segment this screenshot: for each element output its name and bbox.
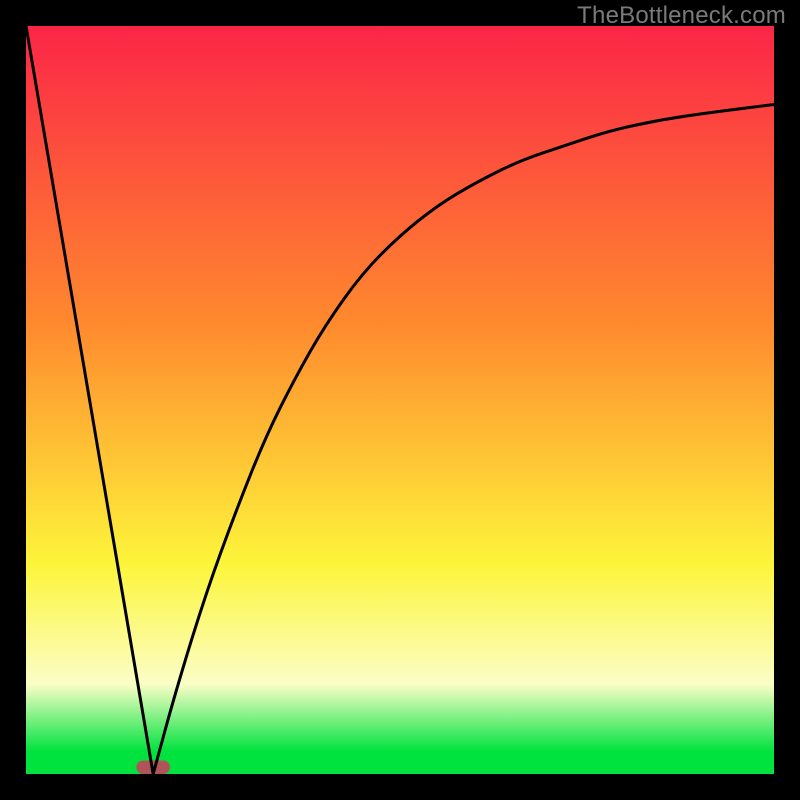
chart-stage: TheBottleneck.com: [0, 0, 800, 800]
bottleneck-chart: [0, 0, 800, 800]
plot-background: [26, 26, 774, 774]
